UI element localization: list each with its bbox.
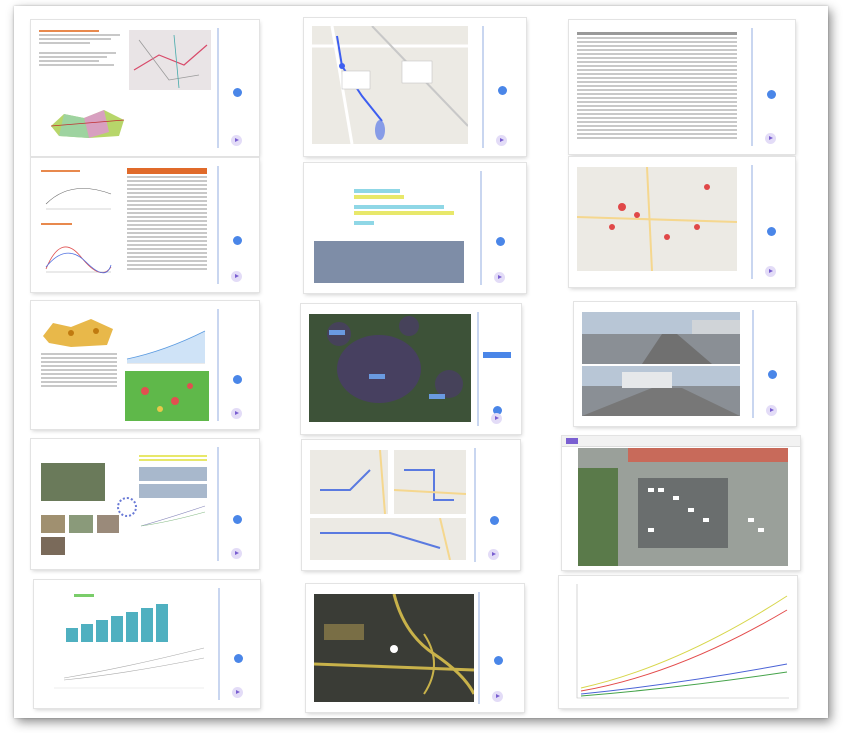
route-map (310, 518, 466, 560)
aerial-photo (41, 463, 105, 501)
play-icon[interactable] (491, 413, 502, 424)
slide-marker-icon (768, 370, 777, 379)
heat-map (41, 311, 117, 421)
series-blue (580, 663, 788, 695)
play-icon[interactable] (231, 271, 242, 282)
play-icon[interactable] (231, 135, 242, 146)
slide-thumbnail-13[interactable] (34, 580, 260, 708)
play-icon[interactable] (494, 272, 505, 283)
street-photo (582, 312, 740, 364)
toolbar (562, 436, 800, 447)
slide-marker-icon (767, 90, 776, 99)
slide-marker-icon (233, 88, 242, 97)
slide-thumbnail-10[interactable] (31, 439, 259, 569)
slide-marker-icon (233, 515, 242, 524)
map-image (312, 26, 468, 144)
summary-panel (314, 241, 464, 283)
slide-marker-icon (233, 375, 242, 384)
play-icon[interactable] (765, 133, 776, 144)
slide-thumbnail-2[interactable] (304, 18, 526, 156)
slide-thumbnail-6[interactable] (569, 157, 795, 287)
slide-thumbnail-9[interactable] (574, 302, 796, 426)
data-table (127, 168, 207, 280)
street-photo (582, 366, 740, 416)
play-icon[interactable] (488, 549, 499, 560)
trend-chart (125, 311, 209, 365)
slide-marker-icon (496, 237, 505, 246)
slide-thumbnail-5[interactable] (304, 163, 526, 293)
series-red (580, 609, 788, 692)
map-image (577, 167, 737, 271)
slide-thumbnail-14[interactable] (306, 584, 524, 712)
green-map (125, 371, 209, 421)
satellite-map (309, 314, 471, 422)
slide-overview-sheet (14, 6, 828, 718)
network-icon (117, 497, 137, 517)
bar-and-line-chart (44, 588, 212, 698)
photo-collage (41, 515, 119, 555)
slide-marker-icon (490, 516, 499, 525)
slide-thumbnail-8[interactable] (301, 304, 521, 434)
slide-marker-icon (233, 236, 242, 245)
play-icon[interactable] (231, 548, 242, 559)
link-button[interactable] (483, 352, 511, 358)
slide-thumbnail-12[interactable] (562, 436, 800, 570)
slide-thumbnail-3[interactable] (569, 20, 795, 154)
slide-marker-icon (767, 227, 776, 236)
line-charts (41, 168, 119, 278)
route-map (394, 450, 466, 514)
slide-thumbnail-15[interactable] (559, 576, 797, 708)
info-panel (139, 453, 207, 553)
slide-thumbnail-4[interactable] (31, 158, 259, 292)
satellite-map (314, 594, 474, 702)
region-map (49, 106, 129, 140)
map-image (129, 30, 211, 90)
series-yellow (580, 595, 788, 689)
play-icon[interactable] (496, 135, 507, 146)
play-icon[interactable] (765, 266, 776, 277)
aerial-parking-photo (578, 448, 788, 566)
slide-marker-icon (234, 654, 243, 663)
data-table (577, 30, 737, 141)
growth-curves-chart (576, 584, 789, 699)
slide-thumbnail-7[interactable] (31, 301, 259, 429)
route-map (310, 450, 388, 514)
series-green (580, 671, 788, 697)
play-icon[interactable] (231, 408, 242, 419)
play-icon[interactable] (766, 405, 777, 416)
slide-thumbnail-11[interactable] (302, 440, 520, 570)
bar-chart (314, 173, 464, 235)
play-icon[interactable] (492, 691, 503, 702)
slide-marker-icon (494, 656, 503, 665)
slide-thumbnail-1[interactable] (31, 20, 259, 156)
play-icon[interactable] (232, 687, 243, 698)
slide-marker-icon (498, 86, 507, 95)
